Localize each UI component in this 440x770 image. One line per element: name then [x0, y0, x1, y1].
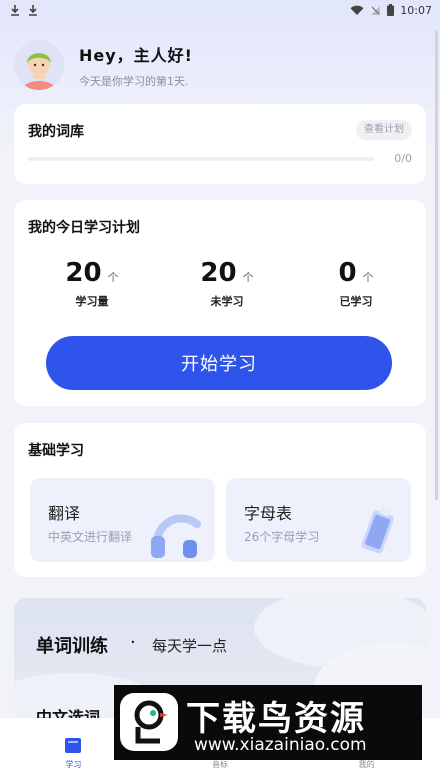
download-icon	[28, 4, 38, 16]
wifi-icon	[350, 5, 364, 16]
book-icon	[65, 738, 82, 757]
today-plan-title: 我的今日学习计划	[28, 220, 140, 236]
bird-logo-icon	[120, 693, 178, 751]
my-vocab-card[interactable]: 我的词库 查看计划 0/0	[14, 104, 426, 184]
vocab-progress-bar	[28, 157, 374, 161]
alphabet-tile[interactable]: 字母表 26个字母学习	[226, 478, 411, 562]
stat-value: 0	[338, 258, 357, 288]
download-icon	[10, 4, 20, 16]
book-icon	[353, 504, 403, 562]
stat-learned: 0个 已学习	[314, 258, 398, 309]
battery-icon	[387, 4, 395, 16]
tile-subtitle: 中英文进行翻译	[48, 530, 133, 544]
stat-label: 已学习	[339, 295, 373, 308]
status-time: 10:07	[400, 3, 432, 17]
view-plan-button[interactable]: 查看计划	[356, 120, 412, 140]
status-bar: 10:07	[0, 0, 440, 20]
stat-label: 未学习	[210, 295, 244, 308]
greeting-subtitle: 今天是你学习的第1天.	[79, 74, 189, 88]
scrollbar[interactable]	[435, 30, 438, 500]
stat-unit: 个	[107, 271, 119, 284]
stat-label: 学习量	[75, 295, 109, 308]
no-signal-icon	[370, 5, 381, 16]
stat-value: 20	[65, 258, 102, 288]
avatar[interactable]	[14, 40, 64, 90]
headphones-icon	[149, 506, 207, 562]
vocab-title: 我的词库	[28, 124, 84, 140]
watermark-name: 下载鸟资源	[186, 699, 366, 739]
watermark-overlay: 下载鸟资源 www.xiazainiao.com	[114, 685, 422, 760]
today-plan-card: 我的今日学习计划 20 个 学习量 20 个 未学习 0个 已学习 开始学习	[14, 200, 426, 406]
basic-learning-card: 基础学习 翻译 中英文进行翻译 字母表 26个字母学习	[14, 423, 426, 577]
tile-title: 字母表	[244, 504, 293, 523]
translate-tile[interactable]: 翻译 中英文进行翻译	[30, 478, 215, 562]
greeting-header: Hey，主人好! 今天是你学习的第1天.	[14, 40, 193, 90]
stat-unit: 个	[362, 271, 374, 284]
word-training-subtitle: 每天学一点	[152, 637, 228, 655]
word-training-separator: ·	[130, 632, 136, 653]
vocab-count: 0/0	[394, 152, 412, 165]
greeting-title: Hey，主人好!	[79, 45, 193, 65]
watermark-url: www.xiazainiao.com	[194, 735, 367, 755]
stat-value: 20	[200, 258, 237, 288]
tab-label: 音标	[212, 760, 228, 769]
start-learning-button[interactable]: 开始学习	[46, 336, 392, 390]
stat-unit: 个	[242, 271, 254, 284]
tile-subtitle: 26个字母学习	[244, 530, 320, 544]
tab-label: 我的	[358, 760, 375, 769]
stat-study-amount: 20 个 学习量	[50, 258, 134, 309]
word-training-title: 单词训练	[36, 636, 108, 657]
tab-label: 学习	[65, 760, 82, 769]
stat-unlearned: 20 个 未学习	[185, 258, 269, 309]
tile-title: 翻译	[48, 504, 81, 523]
basic-learning-title: 基础学习	[28, 443, 84, 459]
